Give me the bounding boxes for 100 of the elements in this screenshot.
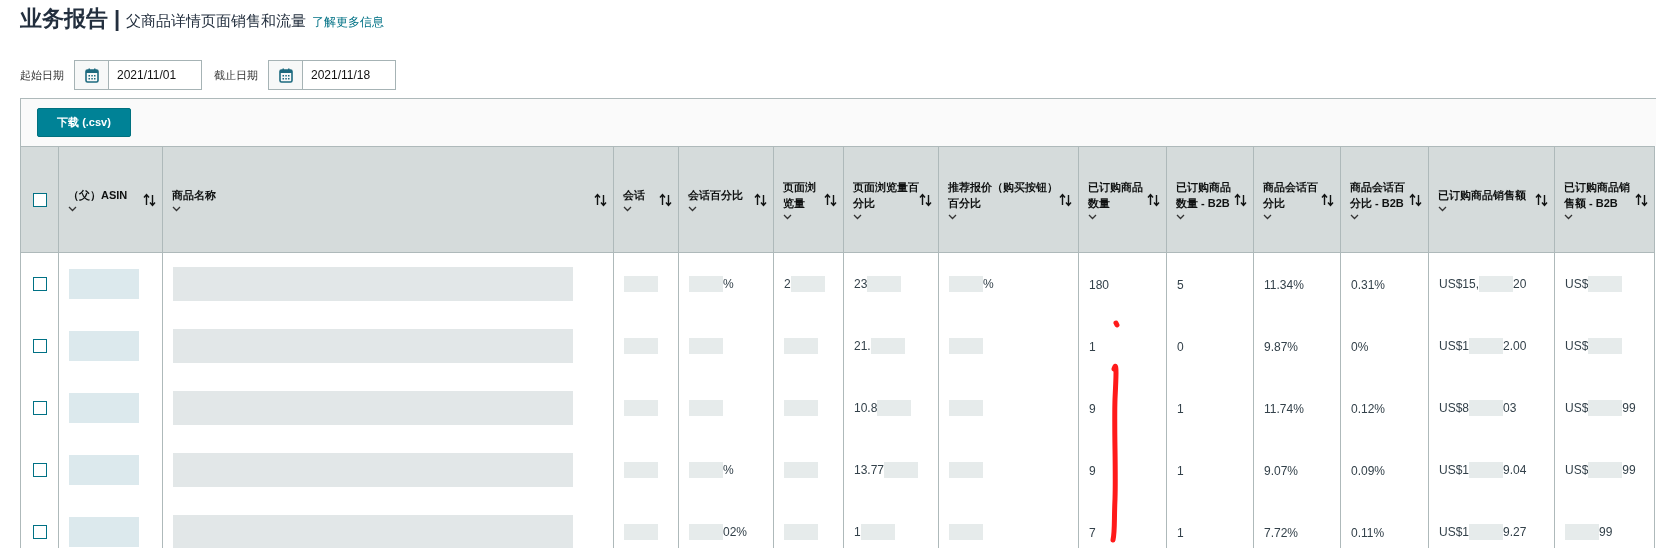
redaction-block	[689, 462, 723, 478]
chevron-down-icon	[783, 214, 792, 220]
date-field[interactable]: 2021/11/01	[74, 60, 202, 90]
table-cell: 23	[854, 277, 868, 291]
redaction-block	[1469, 338, 1504, 354]
table-cell: 0%	[1351, 339, 1369, 354]
column-header[interactable]: 页面浏览量	[783, 179, 824, 211]
chevron-down-icon	[68, 206, 77, 212]
table-cell: 02%	[723, 525, 748, 539]
redaction-block	[624, 462, 658, 478]
checkbox[interactable]	[32, 339, 47, 354]
redaction-block	[784, 338, 818, 354]
download-button[interactable]: 下载 (.csv)	[37, 108, 131, 137]
table-cell: US$8	[1439, 401, 1470, 415]
redaction-block	[949, 462, 983, 478]
chevron-down-icon	[1176, 214, 1185, 220]
column-header[interactable]: 已订购商品数量 - B2B	[1176, 179, 1234, 211]
column-header[interactable]: 商品会话百分比 - B2B	[1350, 179, 1409, 211]
redaction-block	[877, 400, 912, 416]
chevron-down-icon	[1438, 206, 1447, 212]
table-cell: 0.11%	[1351, 525, 1385, 540]
redaction-block	[624, 524, 658, 540]
redaction-block	[1479, 276, 1514, 292]
chevron-down-icon	[853, 214, 862, 220]
column-header[interactable]: 已订购商品数量	[1088, 179, 1147, 211]
table-cell: 180	[1089, 277, 1110, 292]
redaction-block	[1588, 462, 1623, 478]
table-cell: 7	[1089, 525, 1096, 540]
table-cell: US$	[1565, 339, 1589, 353]
page-subtitle: 父商品详情页面销售和流量	[126, 12, 307, 31]
redaction-block	[689, 276, 723, 292]
table-cell: %	[723, 277, 734, 291]
table-cell: US$	[1565, 277, 1589, 291]
table-cell: %	[983, 277, 994, 291]
table-cell: 99	[1622, 463, 1636, 477]
redaction-block	[69, 393, 139, 423]
chevron-down-icon	[623, 206, 632, 212]
learn-more-link[interactable]: 了解更多信息	[312, 14, 385, 31]
column-header[interactable]: （父）ASIN	[68, 187, 128, 203]
checkbox[interactable]	[32, 525, 47, 540]
table-cell: 9	[1089, 401, 1096, 416]
checkbox[interactable]	[32, 277, 47, 292]
checkbox[interactable]	[32, 401, 47, 416]
redaction-block	[689, 400, 723, 416]
table-cell: 0	[1177, 339, 1184, 354]
redaction-block	[790, 276, 825, 292]
date-field[interactable]: 2021/11/18	[268, 60, 396, 90]
column-header[interactable]: 会话	[623, 187, 645, 203]
redaction-block	[949, 400, 983, 416]
table-cell: 99	[1599, 525, 1613, 539]
table-cell: 20	[1513, 277, 1527, 291]
sort-icon	[143, 192, 156, 207]
chevron-down-icon	[688, 206, 697, 212]
redaction-block	[784, 400, 818, 416]
table-cell: 2.00	[1503, 339, 1527, 353]
table-cell: US$15,	[1439, 277, 1480, 291]
sort-icon	[919, 192, 932, 207]
table-cell: 11.34%	[1264, 277, 1304, 292]
sort-icon	[1059, 192, 1072, 207]
table-cell: 99	[1622, 401, 1636, 415]
checkbox[interactable]	[32, 463, 47, 478]
redaction-block	[860, 524, 895, 540]
redaction-block	[624, 338, 658, 354]
table-cell: 9.27	[1503, 525, 1527, 539]
table-cell: 0.12%	[1351, 401, 1386, 416]
redaction-block	[69, 331, 139, 361]
table-cell: 1	[1089, 339, 1096, 354]
table-cell: 11.74%	[1264, 401, 1304, 416]
column-header[interactable]: 商品名称	[172, 187, 216, 203]
chevron-down-icon	[1564, 214, 1573, 220]
chevron-down-icon	[1088, 214, 1097, 220]
redaction-block	[884, 462, 919, 478]
page-title: 业务报告	[20, 5, 108, 33]
redaction-block	[69, 269, 139, 299]
redaction-block	[1565, 524, 1599, 540]
redaction-block	[949, 524, 983, 540]
redaction-block	[784, 462, 818, 478]
redaction-block	[784, 524, 818, 540]
sort-icon	[1234, 192, 1247, 207]
redaction-block	[949, 338, 983, 354]
table-cell: 1	[1177, 525, 1184, 540]
sort-icon	[594, 192, 607, 207]
calendar-icon	[278, 67, 293, 83]
column-header[interactable]: 商品会话百分比	[1263, 179, 1321, 211]
checkbox[interactable]	[32, 193, 47, 208]
table-cell: 10.8	[854, 401, 878, 415]
table-cell: 0.31%	[1351, 277, 1386, 292]
redaction-block	[69, 517, 139, 547]
redaction-block	[689, 524, 723, 540]
table-cell: %	[723, 463, 734, 477]
table-cell: 7.72%	[1264, 525, 1299, 540]
column-header[interactable]: 已订购商品销售额	[1438, 187, 1526, 203]
table-cell: US$1	[1439, 525, 1470, 539]
column-header[interactable]: 会话百分比	[688, 187, 743, 203]
sort-icon	[1635, 192, 1648, 207]
table-cell: US$	[1565, 463, 1589, 477]
table-cell: 5	[1177, 277, 1184, 292]
table-cell: 9	[1089, 463, 1096, 478]
chevron-down-icon	[172, 206, 181, 212]
date-label: 起始日期	[20, 67, 64, 83]
